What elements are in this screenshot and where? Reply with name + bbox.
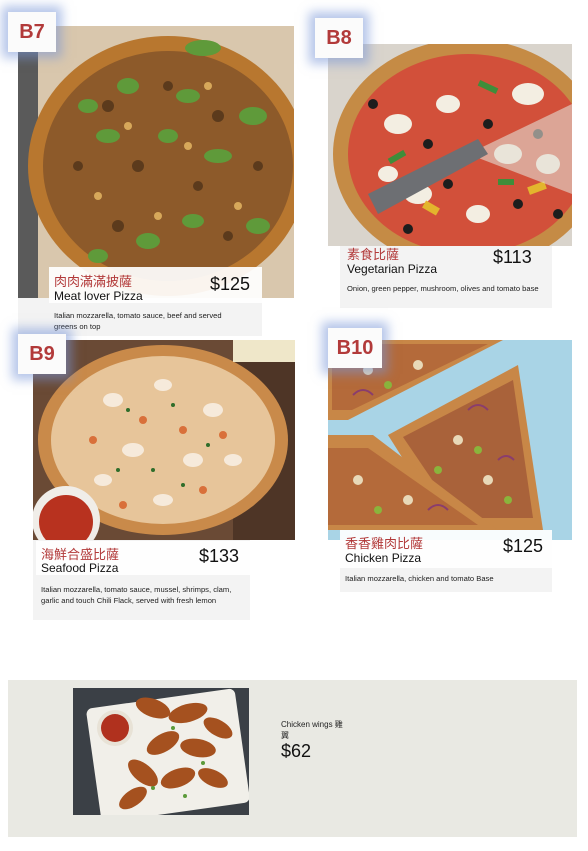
item-code-badge: B10 bbox=[328, 328, 382, 368]
vegetarian-pizza-image bbox=[328, 44, 572, 246]
item-price: $133 bbox=[199, 546, 240, 566]
side-dish-price: $62 bbox=[281, 741, 312, 761]
item-name-zh: 肉肉滿滿披薩 bbox=[54, 274, 133, 289]
item-name-en: Chicken Pizza bbox=[345, 551, 422, 565]
item-description: Italian mozzarella, chicken and tomato B… bbox=[345, 574, 494, 583]
side-dish-name: Chicken wings 雞翼 bbox=[281, 720, 343, 740]
item-description: Onion, green pepper, mushroom, olives an… bbox=[347, 284, 539, 293]
item-price: $125 bbox=[503, 536, 544, 556]
seafood-pizza-image bbox=[33, 340, 295, 540]
item-name-en: Vegetarian Pizza bbox=[347, 262, 438, 276]
item-description: Italian mozzarella, tomato sauce, mussel… bbox=[41, 585, 232, 605]
meat-lover-pizza-image bbox=[18, 26, 294, 298]
item-name-en: Seafood Pizza bbox=[41, 561, 119, 575]
item-name-en: Meat lover Pizza bbox=[54, 289, 143, 303]
chicken-pizza-image bbox=[328, 340, 572, 540]
item-code-badge: B7 bbox=[8, 12, 56, 52]
item-description: Italian mozzarella, tomato sauce, beef a… bbox=[54, 311, 222, 331]
item-code-badge: B9 bbox=[18, 334, 66, 374]
item-name-zh: 香香雞肉比薩 bbox=[345, 536, 424, 551]
item-price: $113 bbox=[493, 247, 532, 267]
item-code-badge: B8 bbox=[315, 18, 363, 58]
chicken-wings-image bbox=[73, 688, 249, 815]
item-name-zh: 素食比薩 bbox=[347, 247, 400, 262]
item-price: $125 bbox=[210, 274, 251, 294]
